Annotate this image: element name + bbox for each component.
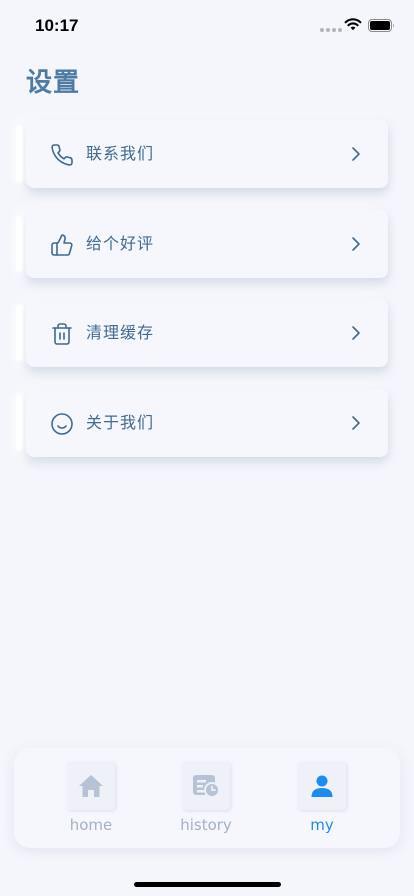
tab-bar: home history my (14, 748, 400, 848)
home-indicator (134, 882, 281, 887)
status-bar: 10:17 (0, 0, 414, 48)
phone-icon (51, 144, 73, 166)
menu-item-about-us[interactable]: 关于我们 (16, 389, 388, 457)
chevron-right-icon (352, 326, 360, 340)
menu-item-rate-us[interactable]: 给个好评 (16, 210, 388, 278)
user-icon (311, 775, 333, 797)
wifi-icon (344, 18, 362, 31)
tab-history[interactable]: history (161, 748, 251, 848)
menu-item-label: 联系我们 (86, 144, 155, 163)
history-icon (193, 775, 220, 798)
cellular-signal-icon (320, 28, 342, 32)
trash-icon (52, 323, 72, 345)
tab-icon-container (298, 762, 346, 810)
tab-label: my (310, 816, 334, 834)
tab-label: history (180, 816, 232, 834)
settings-screen: 10:17 设置 联系我们 给个好评 清理缓存 关于我们 home histor… (0, 0, 414, 896)
tab-icon-container (67, 762, 115, 810)
smile-icon (51, 413, 73, 435)
menu-item-clear-cache[interactable]: 清理缓存 (16, 299, 388, 367)
menu-item-label: 清理缓存 (86, 323, 155, 342)
tab-my[interactable]: my (277, 748, 367, 848)
battery-icon (368, 19, 394, 32)
chevron-right-icon (352, 416, 360, 430)
menu-item-contact-us[interactable]: 联系我们 (16, 120, 388, 188)
tab-icon-container (182, 762, 230, 810)
page-title: 设置 (26, 68, 81, 98)
chevron-right-icon (352, 237, 360, 251)
chevron-right-icon (352, 147, 360, 161)
tab-label: home (69, 816, 113, 834)
menu-item-label: 给个好评 (86, 234, 155, 253)
thumbs-up-icon (51, 234, 73, 256)
status-time: 10:17 (35, 16, 79, 35)
home-icon (79, 775, 103, 797)
menu-item-label: 关于我们 (86, 413, 155, 432)
tab-home[interactable]: home (46, 748, 136, 848)
